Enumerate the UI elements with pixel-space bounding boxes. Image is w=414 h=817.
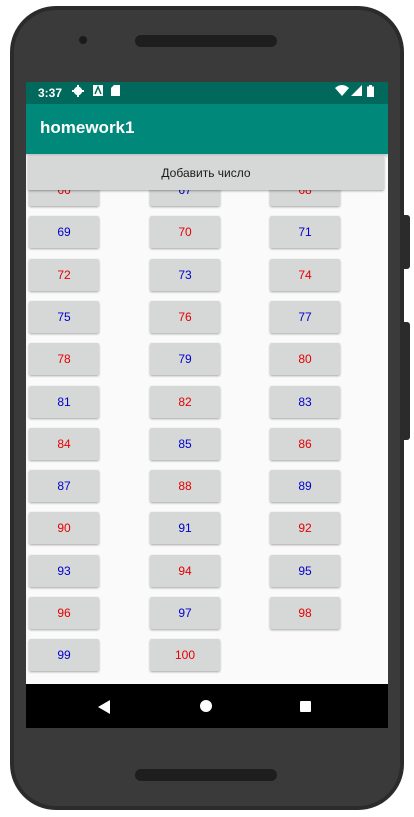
- number-button[interactable]: 85: [150, 427, 220, 460]
- power-button: [404, 322, 410, 440]
- number-button[interactable]: 98: [270, 597, 340, 629]
- number-button[interactable]: 99: [29, 639, 99, 672]
- number-button[interactable]: 80: [270, 343, 340, 376]
- number-button[interactable]: 93: [29, 554, 99, 587]
- number-button[interactable]: 73: [150, 258, 220, 291]
- number-button[interactable]: 97: [150, 597, 220, 629]
- number-button[interactable]: 74: [270, 258, 340, 291]
- front-camera: [79, 36, 87, 44]
- gear-icon: [72, 85, 84, 100]
- number-button[interactable]: 81: [29, 385, 99, 418]
- sd-card-icon: [111, 85, 120, 99]
- status-time: 3:37: [38, 86, 63, 100]
- number-button[interactable]: 70: [150, 216, 220, 249]
- wifi-icon: [335, 85, 349, 99]
- number-button[interactable]: 100: [150, 639, 220, 672]
- number-button[interactable]: 88: [150, 470, 220, 503]
- number-button[interactable]: 94: [150, 554, 220, 587]
- bottom-speaker: [135, 769, 277, 781]
- number-button[interactable]: 78: [29, 343, 99, 376]
- add-number-button[interactable]: Добавить число: [28, 156, 384, 190]
- recents-icon[interactable]: [300, 701, 311, 712]
- back-icon[interactable]: [98, 700, 110, 714]
- number-button[interactable]: 86: [270, 427, 340, 460]
- number-button[interactable]: 76: [150, 300, 220, 333]
- signal-icon: [351, 85, 362, 99]
- battery-icon: [367, 85, 374, 100]
- number-button[interactable]: 91: [150, 512, 220, 545]
- app-title: homework1: [40, 118, 135, 137]
- number-button[interactable]: 90: [29, 512, 99, 545]
- home-icon[interactable]: [200, 700, 212, 712]
- number-button[interactable]: 84: [29, 427, 99, 460]
- number-button[interactable]: 69: [29, 216, 99, 249]
- number-button[interactable]: 95: [270, 554, 340, 587]
- number-list[interactable]: 66 67 68 69 70 71 72 73 74 75 76 77 78 79 80 81 82 83 84 85…: [26, 190, 388, 684]
- number-button[interactable]: 92: [270, 512, 340, 545]
- app-bar: homework1: [26, 104, 388, 154]
- number-button[interactable]: 71: [270, 216, 340, 249]
- number-button[interactable]: 87: [29, 470, 99, 503]
- screen: 3:37 homework1 Добавить число 66 67 68 69 70…: [26, 82, 388, 728]
- number-button[interactable]: 79: [150, 343, 220, 376]
- number-button[interactable]: 82: [150, 385, 220, 418]
- a-icon: [93, 85, 103, 99]
- number-button[interactable]: 72: [29, 258, 99, 291]
- status-bar: 3:37: [26, 82, 388, 104]
- navigation-bar: [26, 684, 388, 728]
- number-button[interactable]: 83: [270, 385, 340, 418]
- number-button[interactable]: 96: [29, 597, 99, 629]
- top-speaker: [135, 35, 277, 47]
- number-button[interactable]: 67: [150, 190, 220, 206]
- number-button[interactable]: 77: [270, 300, 340, 333]
- volume-button: [404, 215, 410, 269]
- number-button[interactable]: 68: [270, 190, 340, 206]
- number-button[interactable]: 75: [29, 300, 99, 333]
- number-button[interactable]: 66: [29, 190, 99, 206]
- number-button[interactable]: 89: [270, 470, 340, 503]
